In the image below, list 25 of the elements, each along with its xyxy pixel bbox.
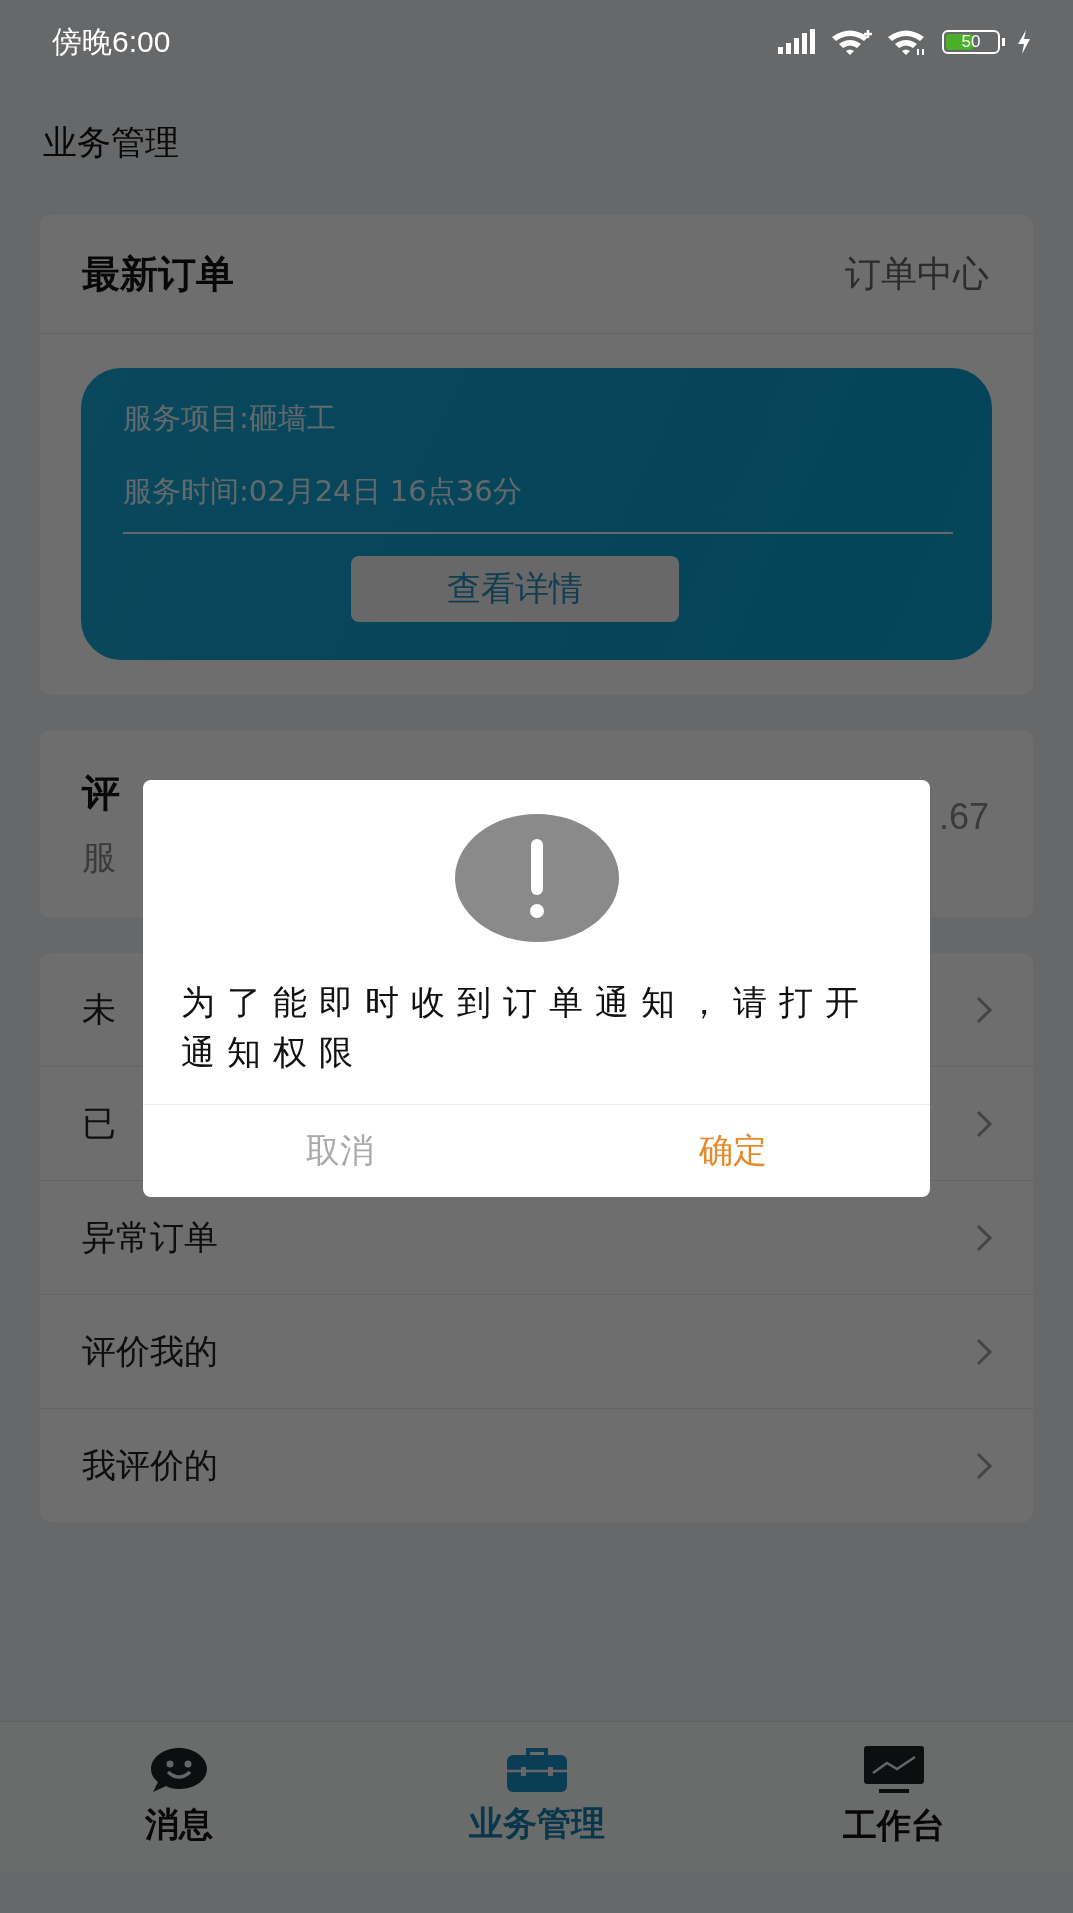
warning-icon	[453, 813, 620, 943]
dialog-message: 为了能即时收到订单通知，请打开通知权限	[180, 981, 872, 1074]
charging-icon	[1017, 30, 1031, 54]
chevron-icon	[975, 1450, 993, 1481]
menu-item[interactable]: 我评价的	[40, 1409, 1033, 1522]
wifi-icon	[830, 28, 874, 56]
chevron-icon	[975, 994, 993, 1025]
service-item: 服务项目:砸墙工	[123, 400, 337, 437]
card-title: 最新订单	[82, 250, 234, 298]
briefcase-icon	[505, 1747, 568, 1793]
nav-tab[interactable]: 业务管理	[357, 1722, 716, 1872]
nav-tab[interactable]: 消息	[0, 1722, 358, 1872]
details-button[interactable]: 查看详情	[350, 555, 679, 622]
chevron-icon	[975, 1222, 993, 1253]
chevron-icon	[975, 1336, 993, 1367]
order-center-link[interactable]: 订单中心	[845, 249, 989, 299]
nav-tab[interactable]: 工作台	[715, 1722, 1073, 1872]
chevron-icon	[975, 1108, 993, 1139]
monitor-icon	[863, 1745, 926, 1795]
card-title: 评	[82, 769, 120, 817]
chat-icon	[148, 1746, 209, 1794]
service-time: 服务时间:02月24日 16点36分	[123, 473, 523, 510]
status-time: 傍晚6:00	[52, 23, 171, 60]
menu-item[interactable]: 评价我的	[40, 1295, 1033, 1409]
page-title: 业务管理	[42, 121, 180, 164]
